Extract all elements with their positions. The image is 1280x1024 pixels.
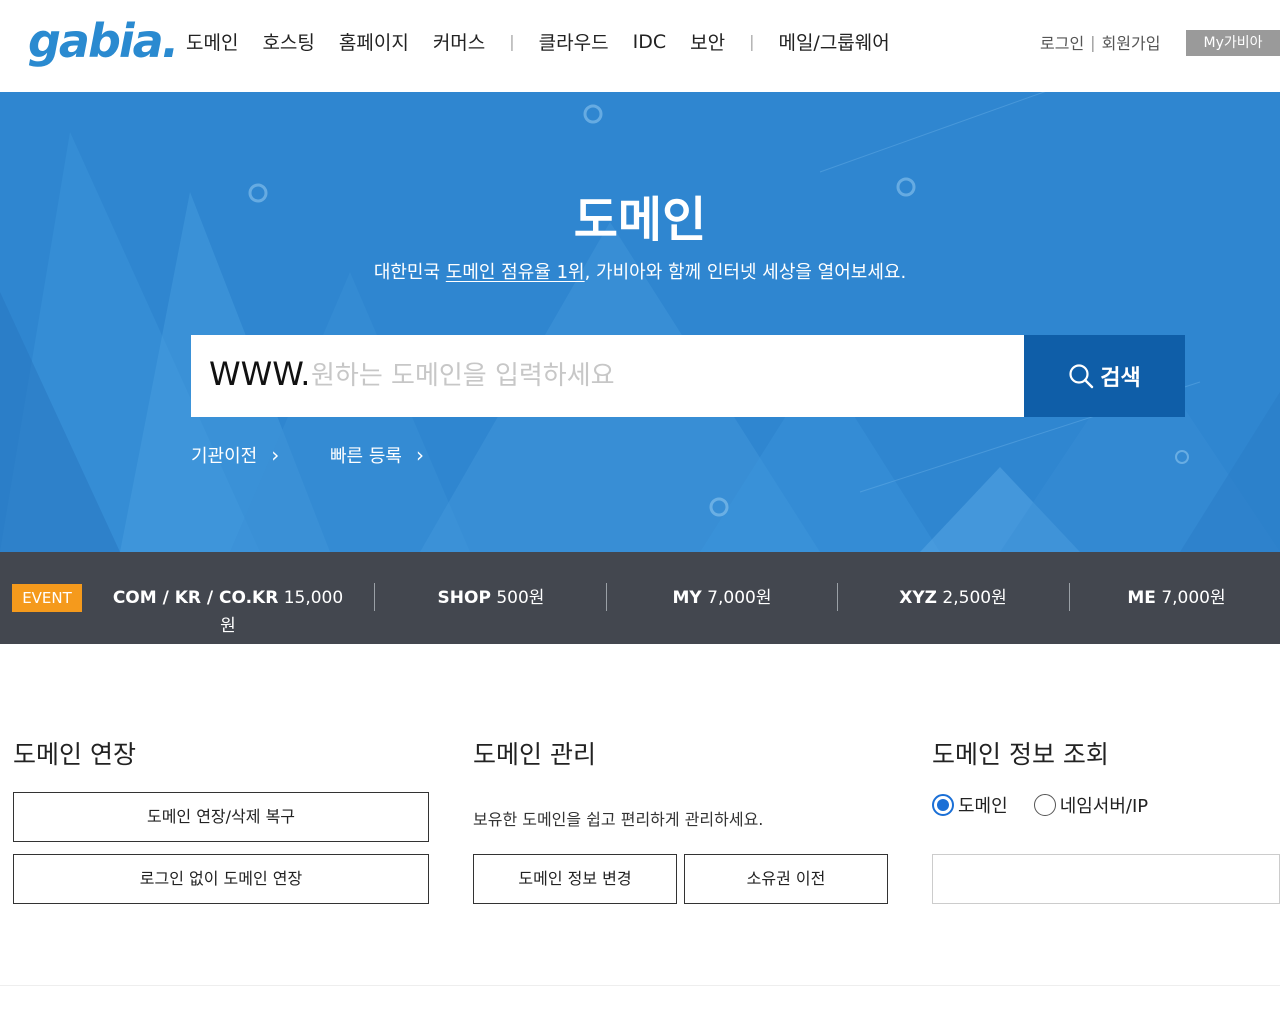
event-item-name: COM / KR / CO.KR (112, 588, 279, 608)
nav-commerce[interactable]: 커머스 (433, 28, 485, 55)
event-item-name: XYZ (899, 588, 938, 608)
event-item-shop[interactable]: SHOP 500원 (378, 584, 604, 612)
agency-transfer-label: 기관이전 (191, 446, 258, 467)
section-divider (0, 985, 1280, 986)
nav-security[interactable]: 보안 (690, 28, 725, 55)
search-button[interactable]: 검색 (1024, 335, 1185, 417)
signup-link[interactable]: 회원가입 (1102, 30, 1161, 54)
event-item-xyz[interactable]: XYZ 2,500원 (841, 584, 1065, 612)
event-item-name: MY (672, 588, 702, 608)
search-button-label: 검색 (1100, 366, 1141, 391)
nav-idc[interactable]: IDC (633, 31, 667, 53)
nav-cloud[interactable]: 클라우드 (539, 28, 609, 55)
event-item-price: 7,000원 (707, 588, 772, 608)
event-divider (837, 583, 838, 611)
event-item-com-kr[interactable]: COM / KR / CO.KR 15,000원 (110, 584, 346, 636)
quick-register-link[interactable]: 빠른 등록 › (330, 442, 424, 468)
manage-description: 보유한 도메인을 쉽고 편리하게 관리하세요. (473, 810, 764, 829)
util-divider: | (1090, 32, 1096, 52)
nav-divider: | (749, 32, 755, 51)
renew-section-title: 도메인 연장 (13, 740, 136, 769)
hero-subtitle-post: , 가비아와 함께 인터넷 세상을 열어보세요. (584, 262, 907, 283)
event-badge: EVENT (12, 584, 82, 612)
hero-title: 도메인 (573, 192, 707, 248)
domain-search-box: WWW. (191, 335, 1024, 417)
gabia-logo[interactable]: gabia. (28, 14, 179, 68)
domain-search-input[interactable] (311, 349, 1011, 403)
market-share-link[interactable]: 도메인 점유율 1위 (446, 262, 585, 283)
event-item-me[interactable]: ME 7,000원 (1073, 584, 1280, 612)
site-header: gabia. 도메인 호스팅 홈페이지 커머스 | 클라우드 IDC 보안 | … (0, 0, 1280, 92)
domain-hero: 도메인 대한민국 도메인 점유율 1위, 가비아와 함께 인터넷 세상을 열어보… (0, 92, 1280, 552)
radio-nameserver-ip-label[interactable]: 네임서버/IP (1060, 792, 1148, 818)
nav-domain[interactable]: 도메인 (186, 28, 238, 55)
event-item-name: SHOP (437, 588, 491, 608)
nav-homepage[interactable]: 홈페이지 (339, 28, 409, 55)
renew-restore-button[interactable]: 도메인 연장/삭제 복구 (13, 792, 429, 842)
event-item-price: 2,500원 (942, 588, 1007, 608)
lookup-section-title: 도메인 정보 조회 (932, 740, 1109, 769)
hero-subtitle-pre: 대한민국 (373, 262, 446, 283)
quick-register-label: 빠른 등록 (330, 446, 402, 467)
event-item-price: 7,000원 (1161, 588, 1226, 608)
event-item-name: ME (1127, 588, 1156, 608)
radio-nameserver-ip[interactable] (1033, 794, 1056, 816)
event-divider (606, 583, 607, 611)
event-divider (374, 583, 375, 611)
lookup-type-radios: 도메인 네임서버/IP (932, 792, 1174, 818)
login-link[interactable]: 로그인 (1040, 30, 1084, 54)
user-links: 로그인 | 회원가입 (1040, 30, 1160, 54)
hero-background-decoration (0, 92, 1280, 552)
event-price-bar: EVENT COM / KR / CO.KR 15,000원 SHOP 500원… (0, 552, 1280, 644)
chevron-right-icon: › (271, 443, 280, 467)
renew-without-login-button[interactable]: 로그인 없이 도메인 연장 (13, 854, 429, 904)
www-prefix: WWW. (209, 355, 311, 393)
nav-mail-groupware[interactable]: 메일/그룹웨어 (778, 28, 889, 55)
my-gabia-button[interactable]: My가비아 (1186, 30, 1280, 56)
radio-domain[interactable] (932, 794, 954, 816)
nav-hosting[interactable]: 호스팅 (262, 28, 314, 55)
ownership-transfer-button[interactable]: 소유권 이전 (684, 854, 888, 904)
search-icon (1069, 364, 1094, 389)
manage-section-title: 도메인 관리 (473, 740, 596, 769)
chevron-right-icon: › (415, 443, 424, 467)
radio-domain-label[interactable]: 도메인 (958, 792, 1008, 818)
hero-subtitle: 대한민국 도메인 점유율 1위, 가비아와 함께 인터넷 세상을 열어보세요. (0, 258, 1280, 284)
nav-divider: | (509, 32, 515, 51)
event-item-my[interactable]: MY 7,000원 (610, 584, 834, 612)
change-domain-info-button[interactable]: 도메인 정보 변경 (473, 854, 677, 904)
event-item-price: 500원 (496, 588, 545, 608)
lookup-input[interactable] (932, 854, 1280, 904)
event-divider (1069, 583, 1070, 611)
main-nav: 도메인 호스팅 홈페이지 커머스 | 클라우드 IDC 보안 | 메일/그룹웨어 (186, 28, 914, 55)
agency-transfer-link[interactable]: 기관이전 › (191, 442, 279, 468)
